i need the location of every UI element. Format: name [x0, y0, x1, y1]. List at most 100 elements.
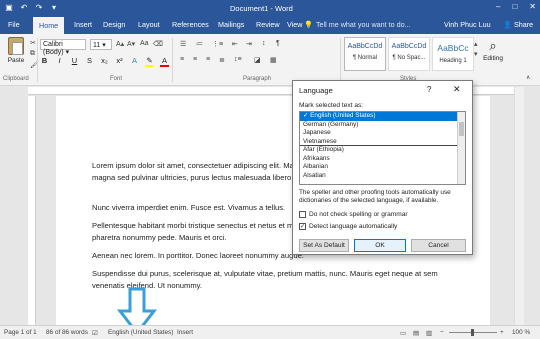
set-as-default-button[interactable]: Set As Default: [299, 239, 349, 252]
checkbox-box[interactable]: [299, 211, 306, 218]
zoom-slider-thumb[interactable]: [471, 329, 474, 336]
shading-icon[interactable]: ◪: [254, 56, 261, 64]
cut-icon[interactable]: ✂: [30, 39, 36, 47]
group-label-font: Font: [110, 76, 123, 82]
cancel-button[interactable]: Cancel: [411, 239, 466, 252]
style-normal[interactable]: AaBbCcDd ¶ Normal: [344, 37, 386, 71]
language-option[interactable]: Alsatian: [300, 172, 465, 181]
ribbon: Paste ✂ ⧉ 🖌 Calibri (Body) ▾ 11 ▾ A▴ A▾ …: [0, 34, 540, 86]
collapse-ribbon-icon[interactable]: ∧: [526, 74, 530, 81]
tab-view[interactable]: View: [287, 20, 302, 29]
borders-icon[interactable]: ▦: [270, 56, 277, 64]
help-button[interactable]: ?: [427, 85, 431, 94]
tab-insert[interactable]: Insert: [74, 20, 92, 29]
vertical-scrollbar[interactable]: [514, 87, 524, 325]
status-language[interactable]: English (United States): [108, 329, 173, 336]
save-icon[interactable]: ▣: [4, 3, 14, 13]
close-button[interactable]: ✕: [529, 2, 536, 11]
language-option[interactable]: Albanian: [300, 163, 465, 172]
italic-icon[interactable]: I: [55, 56, 64, 67]
justify-icon[interactable]: ≣: [219, 56, 225, 64]
copy-icon[interactable]: ⧉: [30, 50, 35, 58]
align-center-icon[interactable]: ≡: [193, 56, 197, 63]
page-count[interactable]: Page 1 of 1: [4, 329, 37, 336]
tab-layout[interactable]: Layout: [138, 20, 160, 29]
language-option[interactable]: Afar (Ethiopia): [300, 146, 465, 155]
zoom-out-icon[interactable]: −: [440, 329, 444, 336]
scroll-thumb[interactable]: [459, 122, 464, 136]
checkbox-box[interactable]: ✓: [299, 223, 306, 230]
align-right-icon[interactable]: ≡: [206, 56, 210, 63]
undo-icon[interactable]: ↶: [19, 3, 29, 13]
subscript-icon[interactable]: x₂: [100, 56, 109, 67]
styles-scroll-down-icon[interactable]: ▾: [474, 50, 478, 58]
language-list[interactable]: ✓ English (United States) German (German…: [299, 111, 466, 185]
share-button[interactable]: 👤 Share: [503, 20, 533, 29]
clipboard-icon: [8, 37, 24, 55]
divider: [340, 38, 341, 82]
group-label-paragraph: Paragraph: [243, 76, 272, 82]
language-option[interactable]: ✓ English (United States): [300, 112, 465, 121]
style-no-spacing[interactable]: AaBbCcDd ¶ No Spac...: [388, 37, 430, 71]
group-label-clipboard: Clipboard: [3, 76, 29, 82]
minimize-button[interactable]: –: [496, 2, 500, 11]
zoom-level[interactable]: 100 %: [512, 329, 530, 336]
word-count[interactable]: 86 of 86 words: [46, 329, 88, 336]
align-left-icon[interactable]: ≡: [180, 56, 184, 63]
tab-file[interactable]: File: [8, 20, 20, 29]
web-layout-icon[interactable]: ▥: [426, 329, 432, 337]
tab-design[interactable]: Design: [103, 20, 125, 29]
text-effects-icon[interactable]: A: [130, 56, 139, 67]
user-name[interactable]: Vinh Phuc Luu: [444, 20, 491, 29]
grow-font-icon[interactable]: A▴: [116, 40, 124, 48]
numbering-icon[interactable]: ≔: [196, 40, 203, 48]
increase-indent-icon[interactable]: ⇥: [246, 40, 252, 48]
vertical-ruler[interactable]: [28, 96, 36, 325]
decrease-indent-icon[interactable]: ⇤: [232, 40, 238, 48]
language-option[interactable]: Japanese: [300, 129, 465, 138]
font-size-value: 11: [93, 42, 101, 49]
strikethrough-icon[interactable]: S: [85, 56, 94, 67]
tab-references[interactable]: References: [172, 20, 209, 29]
insert-mode[interactable]: Insert: [177, 329, 193, 336]
highlight-icon[interactable]: ✎: [145, 56, 154, 67]
read-mode-icon[interactable]: ▭: [400, 329, 406, 337]
bullets-icon[interactable]: ☰: [180, 40, 186, 48]
customize-icon[interactable]: ▾: [49, 3, 59, 13]
print-layout-icon[interactable]: ▤: [413, 329, 419, 337]
change-case-icon[interactable]: Aa: [140, 40, 149, 47]
proofing-icon[interactable]: ☑: [92, 329, 98, 337]
language-list-scrollbar[interactable]: [457, 112, 465, 184]
language-option[interactable]: Vietnamese: [300, 138, 465, 146]
maximize-button[interactable]: □: [512, 2, 517, 11]
tab-mailings[interactable]: Mailings: [218, 20, 244, 29]
multilevel-list-icon[interactable]: ⋮≡: [212, 40, 223, 48]
zoom-in-icon[interactable]: +: [500, 329, 504, 336]
sort-icon[interactable]: ↕: [262, 40, 266, 47]
font-size-box[interactable]: 11 ▾: [90, 39, 112, 50]
tell-me-box[interactable]: 💡 Tell me what you want to do...: [304, 20, 411, 29]
no-check-spelling-checkbox[interactable]: Do not check spelling or grammar: [299, 211, 408, 218]
styles-scroll-icon[interactable]: ▴: [474, 40, 478, 48]
tab-review[interactable]: Review: [256, 20, 280, 29]
style-heading-1[interactable]: AaBbCc Heading 1: [432, 37, 474, 71]
bold-icon[interactable]: B: [40, 56, 49, 67]
tab-home[interactable]: Home: [33, 17, 65, 34]
editing-button[interactable]: ⌕ Editing: [480, 38, 506, 62]
line-spacing-icon[interactable]: ↕≡: [234, 56, 242, 63]
language-option[interactable]: Afrikaans: [300, 155, 465, 164]
font-name-box[interactable]: Calibri (Body) ▾: [40, 39, 86, 56]
redo-icon[interactable]: ↷: [34, 3, 44, 13]
language-option[interactable]: German (Germany): [300, 121, 465, 130]
style-sample: AaBbCc: [437, 43, 469, 53]
underline-icon[interactable]: U: [70, 56, 79, 67]
font-color-icon[interactable]: A: [160, 56, 169, 67]
ok-button[interactable]: OK: [354, 239, 406, 252]
clear-formatting-icon[interactable]: ⌫: [153, 40, 163, 48]
dialog-close-button[interactable]: ✕: [453, 84, 461, 95]
paste-button[interactable]: Paste: [5, 37, 27, 64]
superscript-icon[interactable]: x²: [115, 56, 124, 67]
detect-language-checkbox[interactable]: ✓ Detect language automatically: [299, 223, 397, 230]
shrink-font-icon[interactable]: A▾: [127, 40, 135, 48]
show-marks-icon[interactable]: ¶: [276, 40, 280, 47]
